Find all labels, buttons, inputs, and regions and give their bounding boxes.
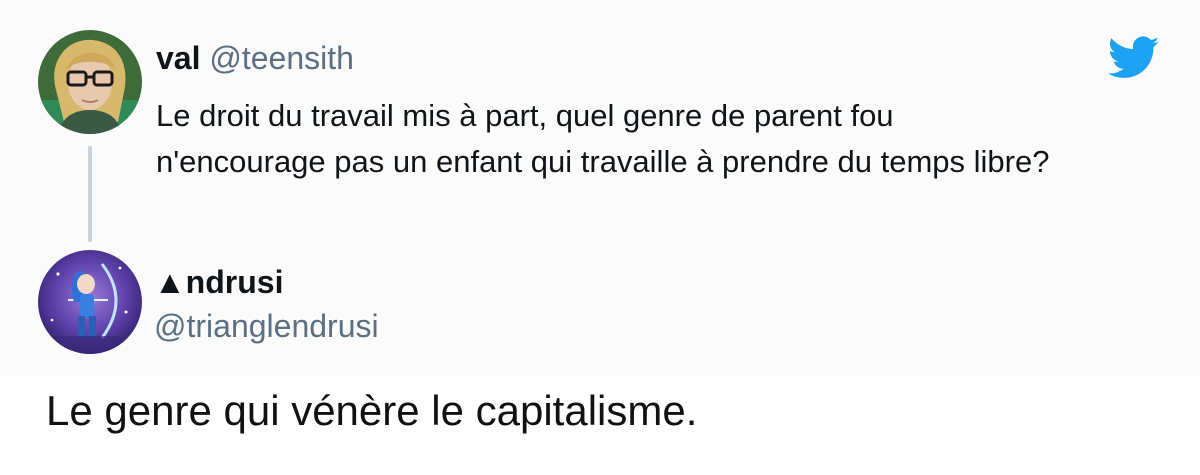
author-handle[interactable]: @teensith <box>209 40 354 76</box>
meme-page: val @teensith Le droit du travail mis à … <box>0 0 1200 475</box>
thread-connector-line <box>88 146 92 242</box>
tweet-card: val @teensith Le droit du travail mis à … <box>0 0 1200 375</box>
tweet-text: Le droit du travail mis à part, quel gen… <box>156 98 1050 179</box>
reply-caption-text: Le genre qui vénère le capitalisme. <box>46 387 698 434</box>
avatar-val[interactable] <box>38 30 142 134</box>
author-display-name[interactable]: val <box>156 40 200 76</box>
tweet-author-row: val @teensith <box>156 38 354 78</box>
avatar-andrusi[interactable] <box>38 250 142 354</box>
reply-author-display-name[interactable]: ▲ndrusi <box>154 262 283 302</box>
twitter-bird-icon <box>1108 36 1160 78</box>
reply-author-handle[interactable]: @trianglendrusi <box>154 306 379 346</box>
